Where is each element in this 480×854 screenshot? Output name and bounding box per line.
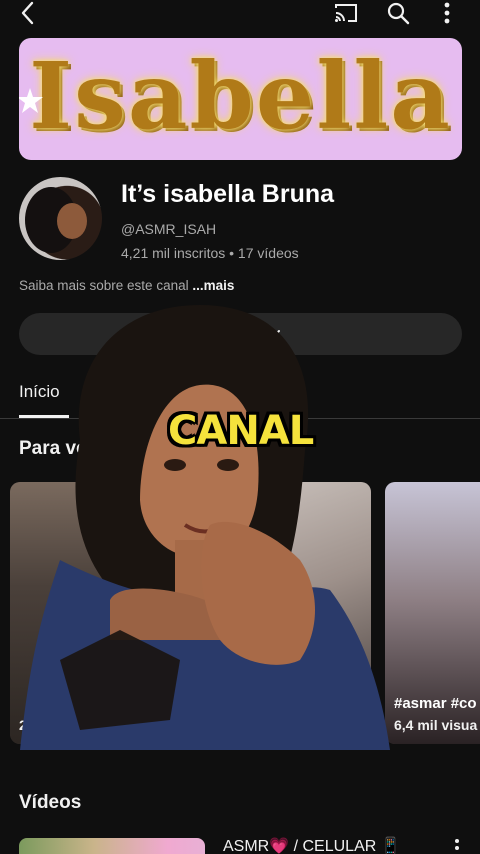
video-title[interactable]: ASMR💗 / CELULAR 📱 xyxy=(223,836,401,854)
channel-stats: 4,21 mil inscritos • 17 vídeos xyxy=(121,245,299,261)
section-title-videos: Vídeos xyxy=(19,792,82,813)
short-views: 6,4 mil visua xyxy=(394,717,478,733)
about-text: Saiba mais sobre este canal xyxy=(19,278,189,293)
channel-avatar[interactable] xyxy=(19,177,102,260)
short-title: #asmar #co xyxy=(394,695,477,712)
subscribed-label: Inscrito xyxy=(200,325,255,343)
star-icon xyxy=(19,88,43,113)
video-thumbnail[interactable] xyxy=(19,838,205,854)
section-title-for-you: Para você xyxy=(19,438,109,459)
top-app-bar xyxy=(0,0,480,28)
short-title: #fyp xyxy=(120,678,151,695)
overlay-caption: CANAL xyxy=(168,408,314,454)
channel-about[interactable]: Saiba mais sobre este canal ...mais xyxy=(19,278,234,293)
cast-icon[interactable] xyxy=(332,0,360,26)
chevron-down-icon xyxy=(265,330,280,339)
short-card[interactable]: #asmar #co 6,4 mil visua xyxy=(385,482,480,744)
search-icon[interactable] xyxy=(384,0,412,26)
more-vert-icon[interactable] xyxy=(436,0,458,26)
channel-banner: Isabella xyxy=(19,38,462,160)
channel-name: It’s isabella Bruna xyxy=(121,180,335,208)
short-views: 2,2 mil visualizações xyxy=(19,717,157,733)
short-thumbnail xyxy=(10,482,183,744)
subscribed-button[interactable]: Inscrito xyxy=(19,313,462,355)
short-views: 6,2 mil visualizações xyxy=(207,717,345,733)
short-card[interactable]: #fyp 2,2 mil visualizações xyxy=(10,482,183,744)
video-more-icon[interactable] xyxy=(452,838,462,854)
banner-title: Isabella xyxy=(29,42,452,150)
channel-handle: @ASMR_ISAH xyxy=(121,221,217,237)
short-title: ASMR💗 #asmar #comedia #short... xyxy=(207,676,339,712)
back-icon[interactable] xyxy=(14,0,42,26)
about-more-link[interactable]: ...mais xyxy=(192,278,234,293)
short-card[interactable]: ASMR💗 #asmar #comedia #short... 6,2 mil … xyxy=(198,482,371,744)
tab-inicio[interactable]: Início xyxy=(19,382,60,402)
